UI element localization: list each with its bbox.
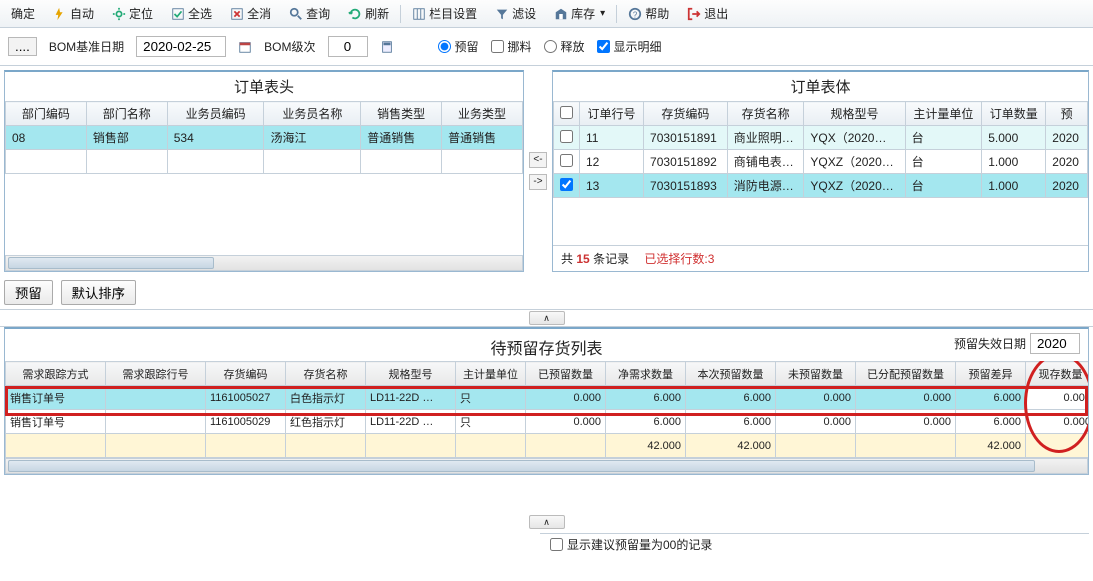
bom-base-date-input[interactable]: [136, 36, 226, 57]
pending-table-wrap: 需求跟踪方式需求跟踪行号存货编码存货名称 规格型号主计量单位已预留数量净需求数量…: [4, 361, 1089, 475]
confirm-button[interactable]: 确定: [4, 2, 42, 25]
release-radio[interactable]: 释放: [544, 38, 585, 55]
select-all-checkbox[interactable]: [560, 106, 573, 119]
order-head-title: 订单表头: [5, 72, 523, 101]
locate-button[interactable]: 定位: [105, 2, 160, 25]
pending-title-bar: 待预留存货列表 预留失效日期: [4, 327, 1089, 361]
parameter-bar: .... BOM基准日期 BOM级次 预留 挪料 释放 显示明细: [0, 28, 1093, 66]
bom-base-picker-button[interactable]: ....: [8, 37, 37, 56]
show-zero-checkbox[interactable]: [550, 538, 563, 551]
table-row[interactable]: 127030151892商铺电表… YQXZ（2020…台1.0002020: [554, 150, 1088, 174]
bom-level-input[interactable]: [328, 36, 368, 57]
order-head-table[interactable]: 部门编码部门名称业务员编码 业务员名称销售类型业务类型 08销售部534 汤海江…: [5, 101, 523, 174]
pending-table[interactable]: 需求跟踪方式需求跟踪行号存货编码存货名称 规格型号主计量单位已预留数量净需求数量…: [5, 361, 1089, 458]
total-count: 15: [576, 252, 589, 266]
stock-icon: [554, 7, 568, 21]
table-row[interactable]: 销售订单号1161005027白色指示灯 LD11-22D …只0.0006.0…: [6, 386, 1090, 410]
calc-icon[interactable]: [380, 40, 394, 54]
calendar-icon[interactable]: [238, 40, 252, 54]
columns-button[interactable]: 栏目设置: [405, 2, 484, 25]
horizontal-scrollbar[interactable]: [5, 458, 1088, 474]
vertical-splitter[interactable]: <- ->: [528, 66, 548, 276]
order-body-title: 订单表体: [553, 72, 1088, 101]
collapse-up-button[interactable]: ∧: [529, 311, 565, 325]
locate-icon: [112, 7, 126, 21]
table-sum-row: 42.00042.000 42.000: [6, 434, 1090, 458]
auto-button[interactable]: 自动: [46, 2, 101, 25]
table-row[interactable]: 137030151893消防电源… YQXZ（2020…台1.0002020: [554, 174, 1088, 198]
selected-count: 已选择行数:3: [644, 252, 714, 266]
help-icon: ?: [628, 7, 642, 21]
middle-bar: 预留 默认排序: [0, 276, 1093, 310]
search-icon: [289, 7, 303, 21]
exit-icon: [687, 7, 701, 21]
selectall-icon: [171, 7, 185, 21]
bom-base-date-label: BOM基准日期: [49, 38, 124, 55]
table-row[interactable]: 117030151891商业照明… YQX（2020…台5.0002020: [554, 126, 1088, 150]
unselect-icon: [230, 7, 244, 21]
filter-button[interactable]: 滤设: [488, 2, 543, 25]
default-sort-button[interactable]: 默认排序: [61, 280, 136, 305]
exit-button[interactable]: 退出: [680, 2, 735, 25]
bom-level-label: BOM级次: [264, 38, 315, 55]
help-button[interactable]: ?帮助: [621, 2, 676, 25]
bolt-icon: [53, 7, 67, 21]
stock-button[interactable]: 库存▾: [547, 2, 612, 25]
reserve-button[interactable]: 预留: [4, 280, 53, 305]
columns-icon: [412, 7, 426, 21]
body-footer: 共 15 条记录 已选择行数:3: [553, 245, 1088, 271]
pending-title: 待预留存货列表: [490, 341, 602, 358]
table-row[interactable]: 销售订单号1161005029红色指示灯 LD11-22D …只0.0006.0…: [6, 410, 1090, 434]
expiry-label: 预留失效日期: [954, 335, 1026, 352]
refresh-button[interactable]: 刷新: [341, 2, 396, 25]
horizontal-scrollbar[interactable]: [5, 255, 523, 271]
selectall-button[interactable]: 全选: [164, 2, 219, 25]
svg-text:?: ?: [633, 10, 638, 19]
order-head-panel: 订单表头 部门编码部门名称业务员编码 业务员名称销售类型业务类型 08销售部53…: [4, 70, 524, 272]
main-toolbar: 确定 自动 定位 全选 全消 查询 刷新 栏目设置 滤设 库存▾ ?帮助 退出: [0, 0, 1093, 28]
table-row[interactable]: [6, 150, 523, 174]
filter-icon: [495, 7, 509, 21]
show-detail-checkbox[interactable]: 显示明细: [597, 38, 662, 55]
expiry-date-input[interactable]: [1030, 333, 1080, 354]
bottom-hint: 显示建议预留量为00的记录: [540, 533, 1089, 555]
unselect-button[interactable]: 全消: [223, 2, 278, 25]
collapse-right-button[interactable]: ->: [529, 174, 547, 190]
collapse-left-button[interactable]: <-: [529, 152, 547, 168]
refresh-icon: [348, 7, 362, 21]
scrap-checkbox[interactable]: 挪料: [491, 38, 532, 55]
order-body-panel: 订单表体 订单行号存货编码存货名称 规格型号主计量单位订单数量预 1170301…: [552, 70, 1089, 272]
reserve-radio[interactable]: 预留: [438, 38, 479, 55]
order-body-table[interactable]: 订单行号存货编码存货名称 规格型号主计量单位订单数量预 117030151891…: [553, 101, 1088, 198]
collapse-bottom-button[interactable]: ∧: [529, 515, 565, 529]
query-button[interactable]: 查询: [282, 2, 337, 25]
table-row[interactable]: 08销售部534 汤海江普通销售普通销售: [6, 126, 523, 150]
